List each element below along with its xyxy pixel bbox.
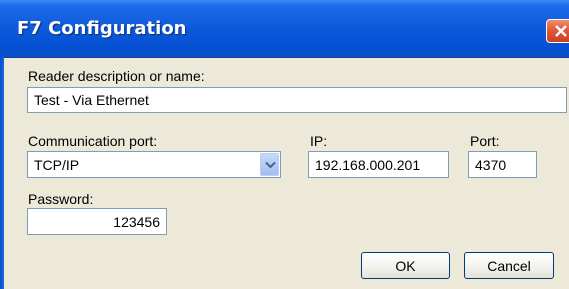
window-title: F7 Configuration: [17, 18, 187, 39]
port-label: Port:: [470, 133, 500, 149]
port-input[interactable]: 4370: [468, 151, 537, 178]
ok-button[interactable]: OK: [361, 252, 450, 279]
password-input[interactable]: 123456: [27, 208, 167, 235]
description-input[interactable]: Test - Via Ethernet: [27, 87, 567, 113]
title-bar[interactable]: F7 Configuration: [0, 0, 569, 58]
description-value: Test - Via Ethernet: [34, 92, 149, 108]
ip-label: IP:: [310, 133, 328, 149]
description-label: Reader description or name:: [28, 68, 205, 84]
communication-port-label: Communication port:: [28, 133, 158, 149]
ip-input[interactable]: 192.168.000.201: [308, 151, 449, 178]
dropdown-button[interactable]: [260, 153, 279, 176]
communication-port-value: TCP/IP: [34, 156, 80, 173]
cancel-button[interactable]: Cancel: [464, 252, 554, 279]
ok-button-label: OK: [395, 257, 416, 274]
port-value: 4370: [475, 156, 507, 173]
communication-port-select[interactable]: TCP/IP: [27, 151, 281, 178]
window-border: [0, 57, 4, 289]
ip-value: 192.168.000.201: [315, 156, 421, 173]
password-value: 123456: [113, 213, 160, 230]
password-label: Password:: [28, 191, 94, 207]
config-dialog: F7 Configuration Reader description or n…: [0, 0, 569, 289]
chevron-down-icon: [265, 161, 276, 169]
cancel-button-label: Cancel: [487, 257, 531, 274]
close-icon: [555, 25, 567, 37]
close-button[interactable]: [546, 19, 569, 43]
